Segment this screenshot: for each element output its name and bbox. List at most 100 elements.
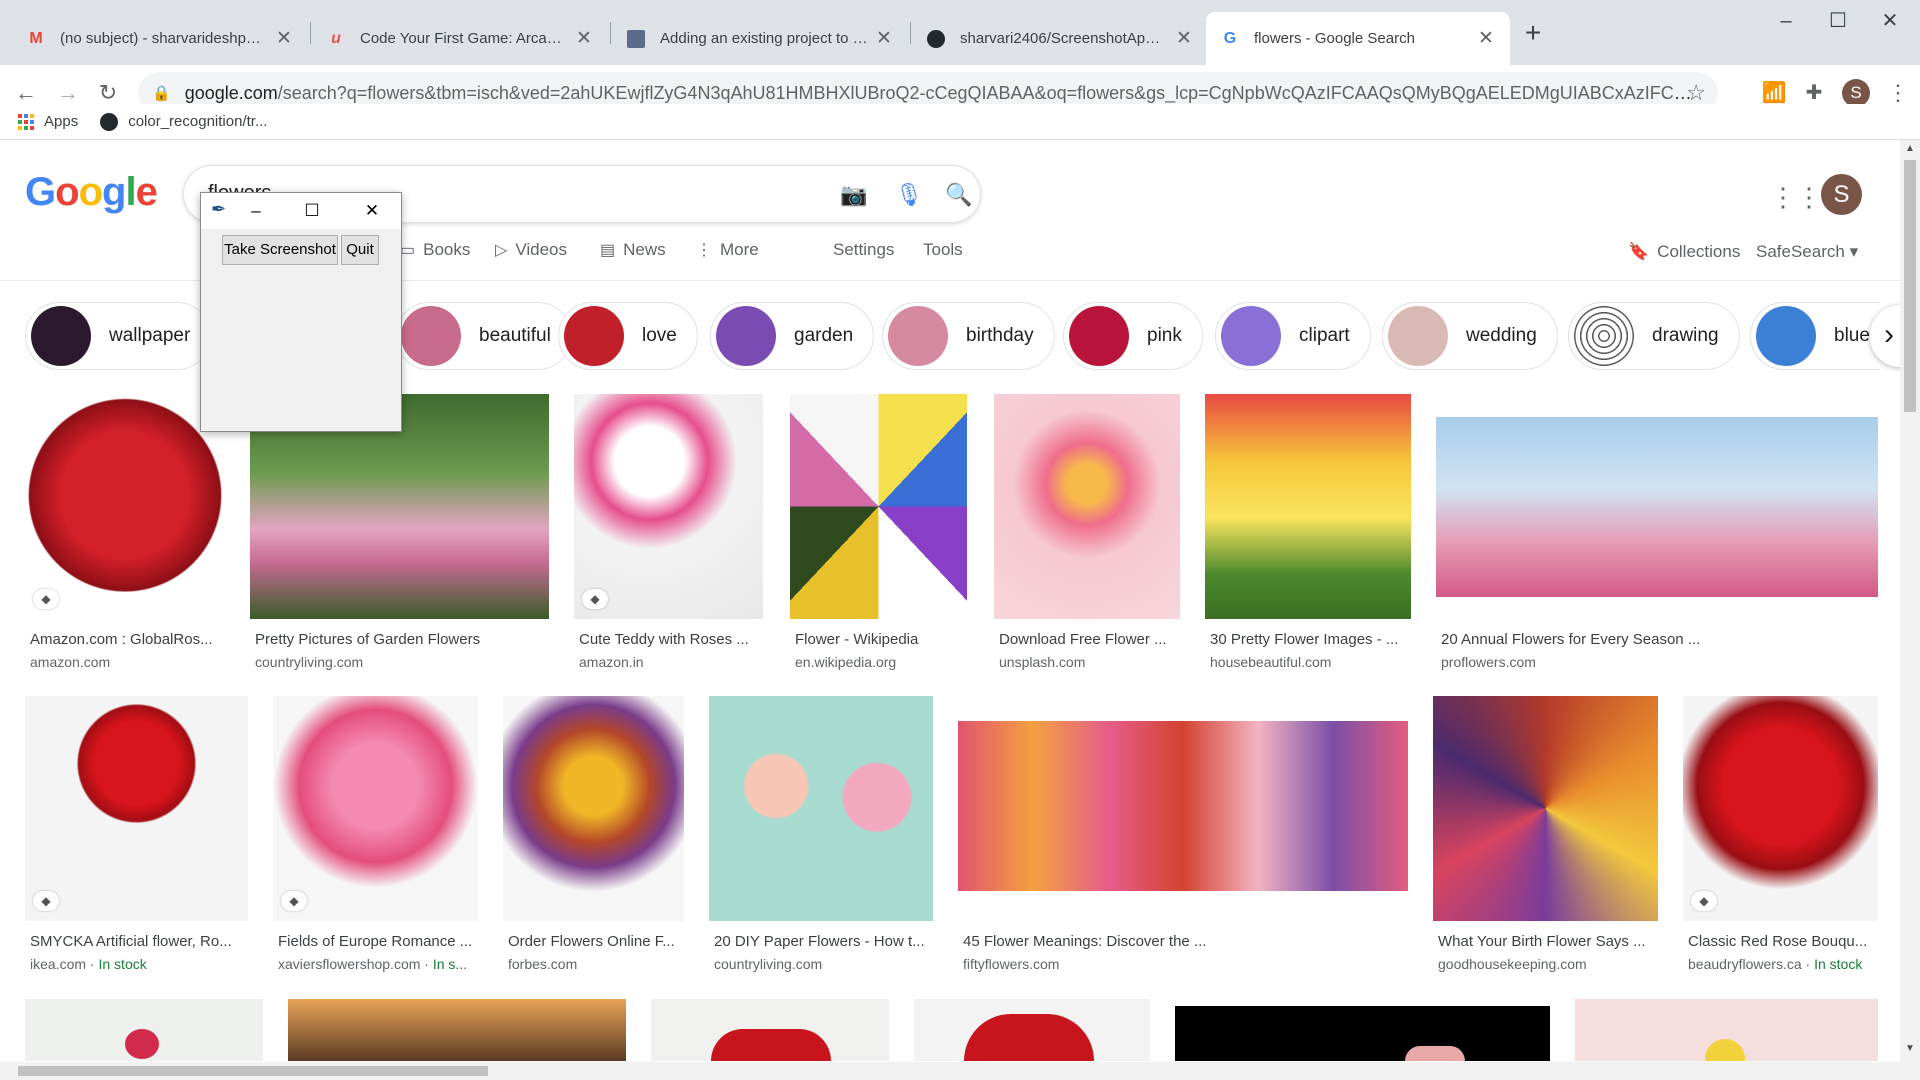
image-result[interactable] [914,999,1150,1061]
result-caption[interactable]: Cute Teddy with Roses ... [579,631,764,648]
close-tab-icon[interactable]: ✕ [874,27,894,50]
scroll-down-icon[interactable]: ▼ [1905,1043,1915,1054]
result-source[interactable]: forbes.com [508,956,577,972]
quit-button[interactable]: Quit [341,235,379,265]
browser-tab-gmail[interactable]: M (no subject) - sharvarideshpande ✕ [12,12,308,65]
new-tab-button[interactable]: + [1516,18,1550,52]
profile-avatar[interactable]: S [1842,79,1870,107]
result-thumbnail[interactable] [790,394,967,619]
image-result[interactable] [1575,999,1878,1061]
result-caption[interactable]: Fields of Europe Romance ... [278,933,478,950]
close-tab-icon[interactable]: ✕ [574,27,594,50]
safesearch-dropdown[interactable]: SafeSearch ▾ [1756,242,1858,262]
chip-pink[interactable]: pink [1063,302,1203,370]
result-caption[interactable]: Download Free Flower ... [999,631,1181,648]
maximize-icon[interactable]: ☐ [289,195,335,227]
tab-more[interactable]: ⋮ More [696,240,759,260]
chip-wallpaper[interactable]: wallpaper [25,302,212,370]
result-thumbnail[interactable] [958,721,1408,891]
chip-clipart[interactable]: clipart [1215,302,1371,370]
tab-videos[interactable]: ▷ Videos [495,240,567,260]
tab-books[interactable]: ▭ Books [400,240,470,260]
close-tab-icon[interactable]: ✕ [274,27,294,50]
chip-birthday[interactable]: birthday [882,302,1055,370]
result-caption[interactable]: Flower - Wikipedia [795,631,967,648]
result-thumbnail[interactable] [1683,696,1878,921]
result-thumbnail[interactable] [25,696,248,921]
chip-beautiful[interactable]: beautiful [395,302,572,370]
bookmark-apps[interactable]: Apps [18,113,78,130]
chip-blue[interactable]: blue [1750,302,1880,370]
google-logo[interactable]: Google [25,170,158,215]
camera-search-icon[interactable]: 📷 [839,180,869,210]
take-screenshot-button[interactable]: Take Screenshot [222,235,338,265]
result-thumbnail[interactable] [709,696,933,921]
collections-link[interactable]: 🔖 Collections [1628,242,1740,262]
result-source[interactable]: countryliving.com [714,956,822,972]
result-caption[interactable]: SMYCKA Artificial flower, Ro... [30,933,245,950]
chip-garden[interactable]: garden [710,302,875,370]
settings-link[interactable]: Settings [833,240,894,260]
result-caption[interactable]: 30 Pretty Flower Images - ... [1210,631,1410,648]
image-result[interactable] [25,999,263,1061]
result-source[interactable]: unsplash.com [999,654,1085,670]
tools-link[interactable]: Tools [923,240,963,260]
result-thumbnail[interactable] [994,394,1180,619]
browser-tab-udemy[interactable]: u Code Your First Game: Arcade Cl ✕ [312,12,608,65]
scrollbar-thumb[interactable] [18,1066,488,1076]
chip-love[interactable]: love [558,302,698,370]
close-tab-icon[interactable]: ✕ [1174,27,1194,50]
result-thumbnail[interactable] [1205,394,1411,619]
scrollbar-thumb[interactable] [1904,160,1916,412]
result-source[interactable]: en.wikipedia.org [795,654,896,670]
microphone-icon[interactable]: 🎙 [894,180,924,210]
image-result[interactable] [651,999,889,1061]
result-thumbnail[interactable] [25,394,225,619]
minimize-icon[interactable]: – [233,195,279,227]
result-caption[interactable]: Amazon.com : GlobalRos... [30,631,225,648]
result-source[interactable]: proflowers.com [1441,654,1536,670]
scroll-up-icon[interactable]: ▲ [1905,143,1915,154]
search-icon[interactable]: 🔍 [944,180,974,210]
maximize-window-button[interactable]: ☐ [1808,4,1868,38]
result-thumbnail[interactable] [1436,417,1878,597]
chip-wedding[interactable]: wedding [1382,302,1558,370]
result-source[interactable]: housebeautiful.com [1210,654,1331,670]
result-source[interactable]: fiftyflowers.com [963,956,1059,972]
result-source[interactable]: xaviersflowershop.com · In s... [278,956,478,972]
image-result[interactable] [1175,1006,1550,1061]
result-caption[interactable]: What Your Birth Flower Says ... [1438,933,1658,950]
result-caption[interactable]: Order Flowers Online F... [508,933,686,950]
result-thumbnail[interactable] [503,696,684,921]
result-caption[interactable]: Classic Red Rose Bouqu... [1688,933,1878,950]
result-thumbnail[interactable] [1433,696,1658,921]
result-thumbnail[interactable] [574,394,763,619]
result-thumbnail[interactable] [273,696,478,921]
result-source[interactable]: amazon.com [30,654,110,670]
horizontal-scrollbar[interactable] [0,1062,1900,1080]
minimize-window-button[interactable]: – [1756,4,1816,38]
browser-tab-google-search[interactable]: G flowers - Google Search ✕ [1206,12,1510,65]
result-source[interactable]: beaudryflowers.ca · In stock [1688,956,1862,972]
browser-tab-git-docs[interactable]: Adding an existing project to Git ✕ [612,12,908,65]
result-caption[interactable]: 20 DIY Paper Flowers - How t... [714,933,934,950]
result-source[interactable]: countryliving.com [255,654,363,670]
result-source[interactable]: goodhousekeeping.com [1438,956,1587,972]
tab-news[interactable]: ▤ News [600,240,666,260]
result-caption[interactable]: 45 Flower Meanings: Discover the ... [963,933,1403,950]
close-tab-icon[interactable]: ✕ [1476,27,1496,50]
bookmark-color-recognition[interactable]: color_recognition/tr... [100,112,267,131]
result-source[interactable]: ikea.com · In stock [30,956,147,972]
browser-tab-github[interactable]: sharvari2406/ScreenshotApp: Ma ✕ [912,12,1208,65]
image-result[interactable] [288,999,626,1061]
result-source[interactable]: amazon.in [579,654,644,670]
google-account-avatar[interactable]: S [1821,174,1862,215]
result-caption[interactable]: Pretty Pictures of Garden Flowers [255,631,545,648]
chip-drawing[interactable]: drawing [1568,302,1740,370]
vertical-scrollbar[interactable]: ▲ ▼ [1900,140,1920,1080]
close-icon[interactable]: ✕ [349,195,395,227]
app-titlebar[interactable]: ✒ – ☐ ✕ [201,193,401,229]
close-window-button[interactable]: ✕ [1860,4,1920,38]
result-caption[interactable]: 20 Annual Flowers for Every Season ... [1441,631,1871,648]
bookmark-star-icon[interactable]: ☆ [1686,80,1706,106]
